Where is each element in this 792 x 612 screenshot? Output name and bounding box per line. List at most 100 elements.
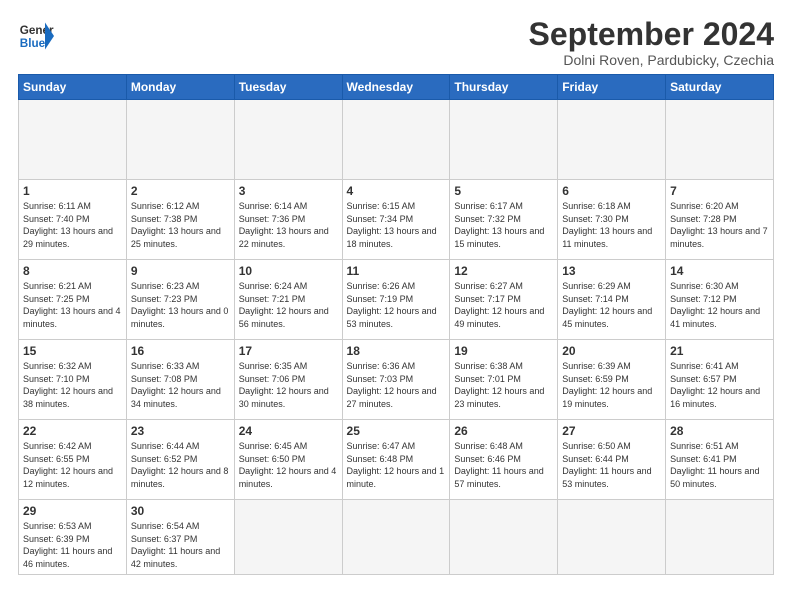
weekday-header-row: Sunday Monday Tuesday Wednesday Thursday… [19, 75, 774, 100]
day-cell [234, 100, 342, 180]
day-cell: 15Sunrise: 6:32 AM Sunset: 7:10 PM Dayli… [19, 340, 127, 420]
logo: General Blue [18, 18, 54, 54]
day-info: Sunrise: 6:45 AM Sunset: 6:50 PM Dayligh… [239, 440, 338, 490]
day-cell: 20 Sunrise: 6:39 AM Sunset: 6:59 PM Dayli… [558, 340, 666, 420]
day-info: Sunrise: 6:27 AM Sunset: 7:17 PM Dayligh… [454, 280, 553, 330]
day-info: Sunrise: 6:14 AM Sunset: 7:36 PM Dayligh… [239, 200, 338, 250]
svg-text:Blue: Blue [20, 37, 46, 50]
day-cell: 16Sunrise: 6:33 AM Sunset: 7:08 PM Dayli… [126, 340, 234, 420]
day-cell: 3 Sunrise: 6:14 AM Sunset: 7:36 PM Daylig… [234, 180, 342, 260]
day-info: Sunrise: 6:39 AM Sunset: 6:59 PM Dayligh… [562, 360, 661, 410]
day-cell [342, 500, 450, 575]
day-number: 25 [347, 424, 446, 438]
day-number: 27 [562, 424, 661, 438]
day-info: Sunrise: 6:51 AM Sunset: 6:41 PM Dayligh… [670, 440, 769, 490]
day-info: Sunrise: 6:11 AM Sunset: 7:40 PM Dayligh… [23, 200, 122, 250]
day-info: Sunrise: 6:29 AM Sunset: 7:14 PM Dayligh… [562, 280, 661, 330]
day-cell: 13Sunrise: 6:29 AM Sunset: 7:14 PM Dayli… [558, 260, 666, 340]
day-number: 1 [23, 184, 122, 198]
location: Dolni Roven, Pardubicky, Czechia [529, 52, 774, 68]
header-monday: Monday [126, 75, 234, 100]
day-number: 26 [454, 424, 553, 438]
day-number: 29 [23, 504, 122, 518]
day-cell: 1 Sunrise: 6:11 AM Sunset: 7:40 PM Daylig… [19, 180, 127, 260]
day-cell: 17 Sunrise: 6:35 AM Sunset: 7:06 PM Dayli… [234, 340, 342, 420]
day-cell: 11 Sunrise: 6:26 AM Sunset: 7:19 PM Dayli… [342, 260, 450, 340]
day-number: 9 [131, 264, 230, 278]
logo-icon: General Blue [18, 18, 54, 54]
header-sunday: Sunday [19, 75, 127, 100]
day-number: 22 [23, 424, 122, 438]
day-info: Sunrise: 6:32 AM Sunset: 7:10 PM Dayligh… [23, 360, 122, 410]
day-info: Sunrise: 6:17 AM Sunset: 7:32 PM Dayligh… [454, 200, 553, 250]
day-info: Sunrise: 6:21 AM Sunset: 7:25 PM Dayligh… [23, 280, 122, 330]
day-number: 28 [670, 424, 769, 438]
day-cell: 4Sunrise: 6:15 AM Sunset: 7:34 PM Daylig… [342, 180, 450, 260]
week-row-3: 8 Sunrise: 6:21 AM Sunset: 7:25 PM Daylig… [19, 260, 774, 340]
day-cell: 7 Sunrise: 6:20 AM Sunset: 7:28 PM Daylig… [666, 180, 774, 260]
day-cell: 21Sunrise: 6:41 AM Sunset: 6:57 PM Dayli… [666, 340, 774, 420]
header-tuesday: Tuesday [234, 75, 342, 100]
day-number: 23 [131, 424, 230, 438]
title-area: September 2024 Dolni Roven, Pardubicky, … [529, 18, 774, 68]
day-cell: 28 Sunrise: 6:51 AM Sunset: 6:41 PM Dayli… [666, 420, 774, 500]
day-cell [450, 100, 558, 180]
day-info: Sunrise: 6:47 AM Sunset: 6:48 PM Dayligh… [347, 440, 446, 490]
day-number: 24 [239, 424, 338, 438]
day-number: 8 [23, 264, 122, 278]
day-cell [19, 100, 127, 180]
month-title: September 2024 [529, 18, 774, 50]
day-number: 18 [347, 344, 446, 358]
day-cell: 6 Sunrise: 6:18 AM Sunset: 7:30 PM Daylig… [558, 180, 666, 260]
day-cell: 26Sunrise: 6:48 AM Sunset: 6:46 PM Dayli… [450, 420, 558, 500]
day-info: Sunrise: 6:44 AM Sunset: 6:52 PM Dayligh… [131, 440, 230, 490]
day-number: 20 [562, 344, 661, 358]
day-number: 30 [131, 504, 230, 518]
day-cell: 19Sunrise: 6:38 AM Sunset: 7:01 PM Dayli… [450, 340, 558, 420]
day-cell: 18 Sunrise: 6:36 AM Sunset: 7:03 PM Dayli… [342, 340, 450, 420]
day-cell: 30 Sunrise: 6:54 AM Sunset: 6:37 PM Dayli… [126, 500, 234, 575]
day-info: Sunrise: 6:50 AM Sunset: 6:44 PM Dayligh… [562, 440, 661, 490]
header-saturday: Saturday [666, 75, 774, 100]
day-number: 5 [454, 184, 553, 198]
day-info: Sunrise: 6:24 AM Sunset: 7:21 PM Dayligh… [239, 280, 338, 330]
calendar-table: Sunday Monday Tuesday Wednesday Thursday… [18, 74, 774, 575]
week-row-5: 22 Sunrise: 6:42 AM Sunset: 6:55 PM Dayli… [19, 420, 774, 500]
day-number: 7 [670, 184, 769, 198]
day-cell: 24 Sunrise: 6:45 AM Sunset: 6:50 PM Dayli… [234, 420, 342, 500]
day-cell [126, 100, 234, 180]
day-info: Sunrise: 6:18 AM Sunset: 7:30 PM Dayligh… [562, 200, 661, 250]
header-wednesday: Wednesday [342, 75, 450, 100]
day-cell: 25 Sunrise: 6:47 AM Sunset: 6:48 PM Dayli… [342, 420, 450, 500]
week-row-4: 15Sunrise: 6:32 AM Sunset: 7:10 PM Dayli… [19, 340, 774, 420]
day-info: Sunrise: 6:54 AM Sunset: 6:37 PM Dayligh… [131, 520, 230, 570]
day-cell: 12Sunrise: 6:27 AM Sunset: 7:17 PM Dayli… [450, 260, 558, 340]
day-info: Sunrise: 6:36 AM Sunset: 7:03 PM Dayligh… [347, 360, 446, 410]
week-row-6: 29Sunrise: 6:53 AM Sunset: 6:39 PM Dayli… [19, 500, 774, 575]
day-number: 21 [670, 344, 769, 358]
day-number: 6 [562, 184, 661, 198]
day-cell: 27 Sunrise: 6:50 AM Sunset: 6:44 PM Dayli… [558, 420, 666, 500]
day-info: Sunrise: 6:35 AM Sunset: 7:06 PM Dayligh… [239, 360, 338, 410]
day-info: Sunrise: 6:23 AM Sunset: 7:23 PM Dayligh… [131, 280, 230, 330]
day-cell [558, 100, 666, 180]
day-cell: 14 Sunrise: 6:30 AM Sunset: 7:12 PM Dayli… [666, 260, 774, 340]
day-number: 17 [239, 344, 338, 358]
day-info: Sunrise: 6:42 AM Sunset: 6:55 PM Dayligh… [23, 440, 122, 490]
day-number: 3 [239, 184, 338, 198]
day-info: Sunrise: 6:30 AM Sunset: 7:12 PM Dayligh… [670, 280, 769, 330]
day-cell: 22 Sunrise: 6:42 AM Sunset: 6:55 PM Dayli… [19, 420, 127, 500]
day-info: Sunrise: 6:20 AM Sunset: 7:28 PM Dayligh… [670, 200, 769, 250]
day-number: 14 [670, 264, 769, 278]
day-cell: 5 Sunrise: 6:17 AM Sunset: 7:32 PM Daylig… [450, 180, 558, 260]
header: General Blue September 2024 Dolni Roven,… [18, 18, 774, 68]
day-number: 10 [239, 264, 338, 278]
day-number: 11 [347, 264, 446, 278]
day-cell [558, 500, 666, 575]
day-info: Sunrise: 6:26 AM Sunset: 7:19 PM Dayligh… [347, 280, 446, 330]
week-row-1 [19, 100, 774, 180]
day-cell [234, 500, 342, 575]
day-cell [450, 500, 558, 575]
day-info: Sunrise: 6:12 AM Sunset: 7:38 PM Dayligh… [131, 200, 230, 250]
day-number: 16 [131, 344, 230, 358]
